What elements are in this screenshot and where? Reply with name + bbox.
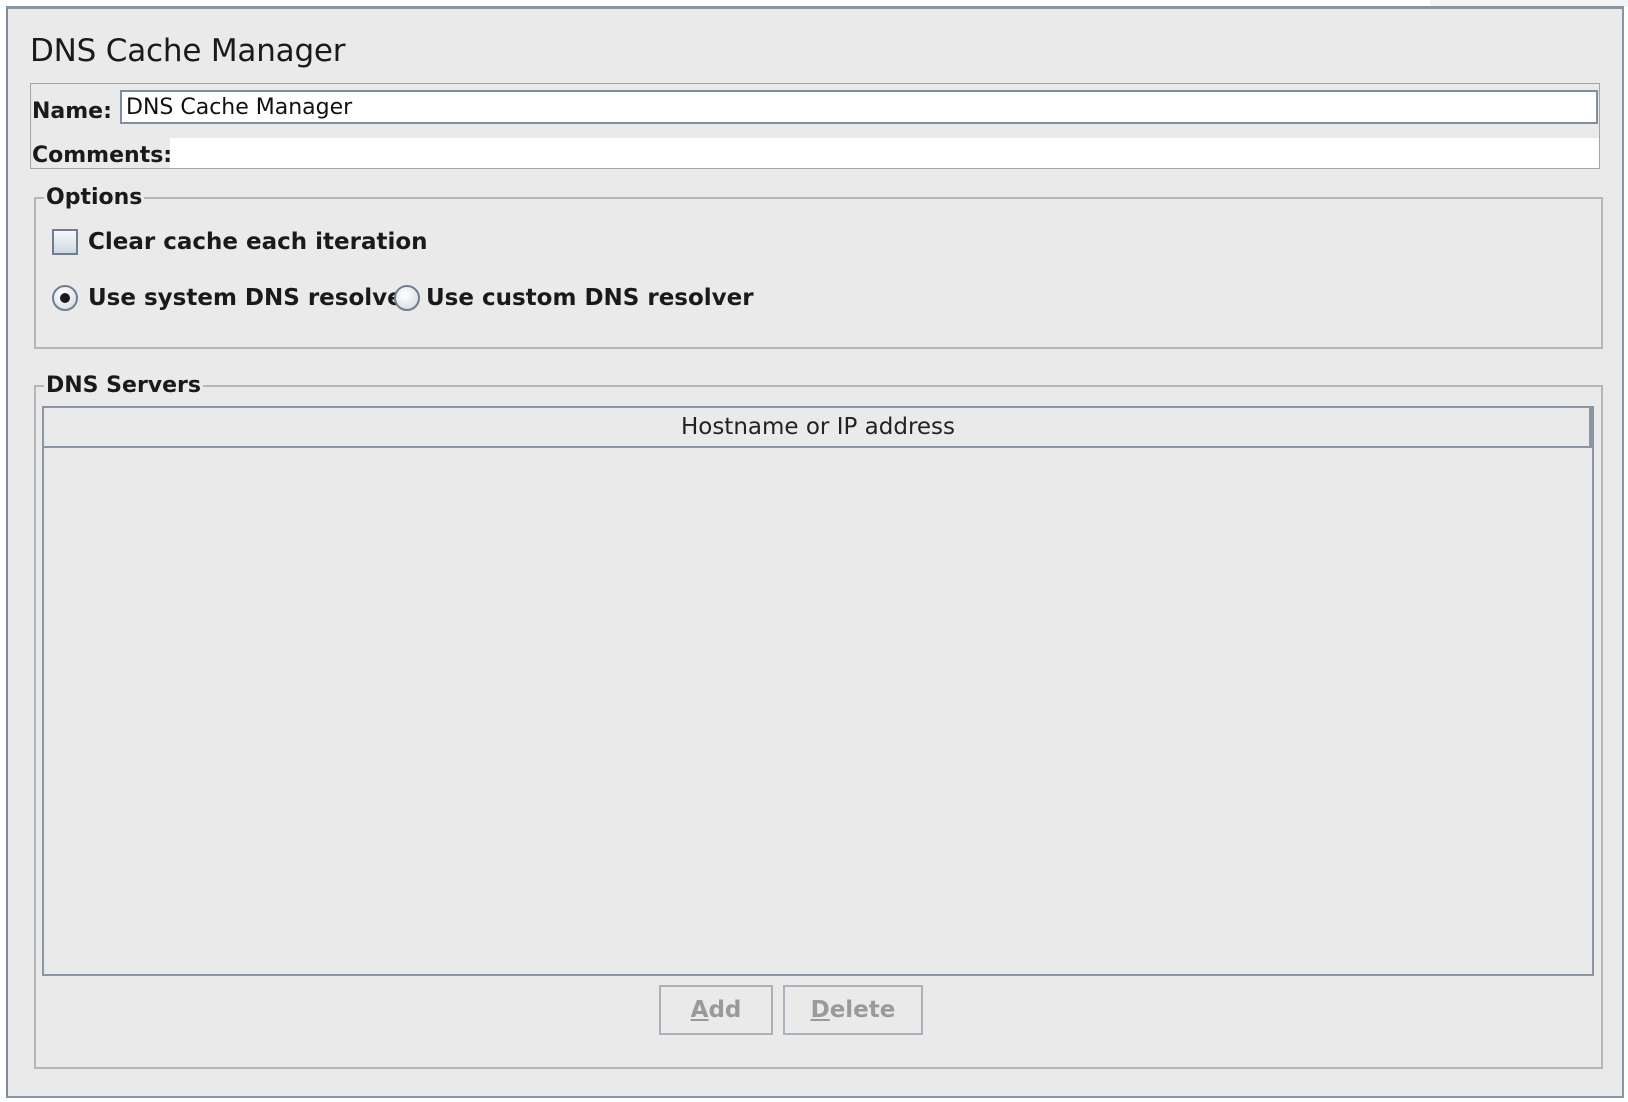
name-input[interactable]: [120, 90, 1598, 124]
options-group: [34, 197, 1603, 349]
system-resolver-label[interactable]: Use system DNS resolver: [88, 285, 414, 311]
table-header-hostname[interactable]: Hostname or IP address: [44, 408, 1592, 448]
delete-mnemonic: D: [810, 997, 830, 1023]
add-label-rest: dd: [708, 997, 742, 1023]
radio-selected-dot: [60, 293, 70, 303]
add-mnemonic: A: [690, 997, 709, 1023]
dns-cache-manager-panel: DNS Cache Manager Name: Comments: Option…: [6, 6, 1624, 1098]
comments-input[interactable]: [170, 138, 1599, 168]
dns-servers-title: DNS Servers: [44, 373, 203, 398]
delete-button[interactable]: Delete: [783, 985, 923, 1035]
system-resolver-radio[interactable]: [52, 285, 78, 311]
custom-resolver-label[interactable]: Use custom DNS resolver: [426, 285, 754, 311]
clear-cache-checkbox[interactable]: [52, 229, 78, 255]
delete-label-rest: elete: [829, 997, 896, 1023]
page-title: DNS Cache Manager: [30, 33, 346, 69]
options-title: Options: [44, 185, 145, 210]
add-button[interactable]: Add: [659, 985, 773, 1035]
dns-servers-table[interactable]: Hostname or IP address: [42, 406, 1594, 976]
comments-label: Comments:: [32, 143, 173, 168]
clear-cache-label[interactable]: Clear cache each iteration: [88, 229, 428, 255]
custom-resolver-radio[interactable]: [394, 285, 420, 311]
name-label: Name:: [32, 99, 112, 124]
